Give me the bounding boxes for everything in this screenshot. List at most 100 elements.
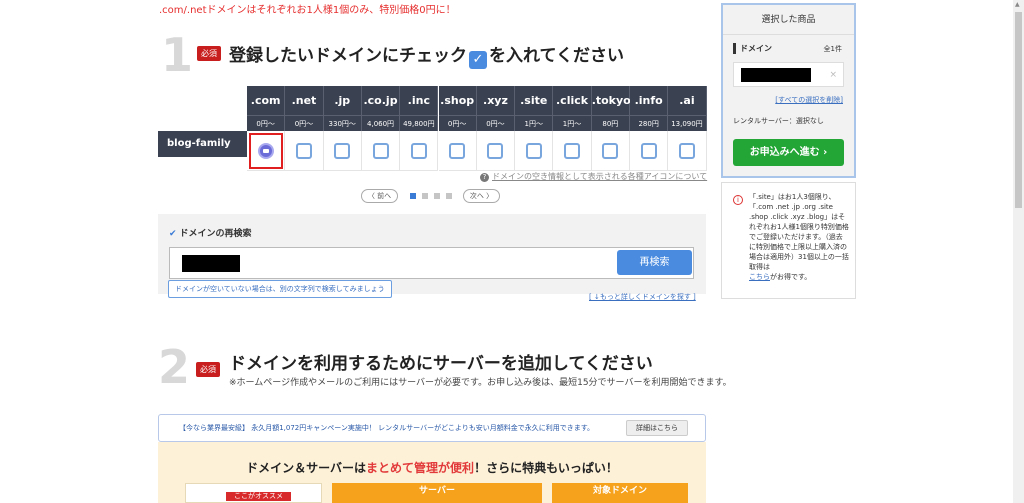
server-column-header: サーバー — [332, 483, 542, 503]
step1-title-text: 登録したいドメインにチェック — [229, 46, 467, 66]
tld-price: 49,800円 — [400, 115, 439, 131]
remove-item-icon[interactable]: × — [829, 70, 837, 80]
tld-price: 80円 — [591, 115, 630, 131]
domain-checkbox-cell[interactable] — [323, 131, 362, 171]
checkbox-icon: ✓ — [469, 51, 487, 69]
more-search-link[interactable]: [ ↓もっと詳しくドメインを探す ] — [589, 292, 696, 302]
tld-header: .com — [247, 86, 286, 115]
domain-checkbox-cell[interactable] — [591, 131, 630, 171]
tld-header: .info — [630, 86, 669, 115]
domain-checkbox[interactable] — [678, 142, 695, 159]
domain-checkbox[interactable] — [449, 142, 466, 159]
tld-header: .shop — [438, 86, 477, 115]
page-dot[interactable] — [434, 193, 440, 199]
domain-checkbox[interactable] — [372, 142, 389, 159]
step1-title: 登録したいドメインにチェック ✓ を入れてください — [229, 41, 624, 69]
tld-price: 0円〜 — [438, 115, 477, 131]
promo-title-highlight: まとめて管理が便利 — [366, 461, 475, 475]
side-notice-text: 「.site」はお1人3個限り、 「.com .net .jp .org .si… — [749, 192, 849, 282]
prev-button[interactable]: 〈 前へ — [361, 189, 398, 203]
tld-price: 13,090円 — [668, 115, 707, 131]
page-dot[interactable] — [422, 193, 428, 199]
tld-header: .site — [515, 86, 554, 115]
step-number: 1 — [161, 28, 194, 82]
search-hint-tooltip: ドメインが空いていない場合は、別の文字列で検索してみましょう — [168, 280, 392, 298]
server-status: レンタルサーバー：選択なし — [733, 117, 824, 125]
domain-checkbox-cell[interactable] — [668, 131, 707, 171]
domain-checkbox-cell[interactable] — [400, 131, 439, 171]
research-title-text: ドメインの再検索 — [179, 229, 252, 239]
page-dot[interactable] — [446, 193, 452, 199]
cart-domain-label: ドメイン — [733, 43, 772, 54]
tld-header: .inc — [400, 86, 439, 115]
top-notice: .com/.netドメインはそれぞれお1人様1個のみ、特別価格0円に！ — [159, 5, 456, 16]
tld-header: .co.jp — [361, 86, 401, 115]
tld-header-row: .com .net .jp .co.jp .inc .shop .xyz .site .clic… — [158, 86, 707, 115]
domain-checkbox-cell[interactable] — [476, 131, 516, 171]
promo-title: ドメイン＆サーバーはまとめて管理が便利！さらに特典もいっぱい！ — [158, 459, 706, 476]
domain-checkbox[interactable] — [602, 142, 619, 159]
tld-header: .tokyo — [591, 86, 631, 115]
research-title: ✔ ドメインの再検索 — [169, 226, 252, 239]
redacted-text — [182, 255, 240, 272]
tld-price: 0円〜 — [285, 115, 324, 131]
tld-header: .xyz — [476, 86, 516, 115]
side-notice-body: 「.site」はお1人3個限り、 「.com .net .jp .org .si… — [749, 193, 849, 271]
tld-price: 0円〜 — [247, 115, 286, 131]
tld-header: .jp — [323, 86, 362, 115]
vertical-scrollbar[interactable]: ▲ — [1013, 0, 1024, 503]
required-badge: 必須 — [196, 362, 220, 377]
clear-all-text[interactable]: [すべての選択を削除] — [775, 96, 843, 104]
research-button[interactable]: 再検索 — [617, 250, 692, 275]
domain-checkbox[interactable] — [640, 142, 657, 159]
tld-price: 330円〜 — [323, 115, 362, 131]
domain-checkbox-cell[interactable] — [438, 131, 477, 171]
side-notice-link[interactable]: こちら — [749, 273, 770, 281]
promo-title-post: ！さらに特典もいっぱい！ — [474, 461, 618, 475]
tld-header: .click — [553, 86, 592, 115]
checked-checkbox-icon[interactable] — [257, 142, 274, 159]
icon-help-link[interactable]: ? ドメインの空き情報として表示される各種アイコンについて — [480, 171, 707, 182]
side-notice-tail: がお得です。 — [770, 273, 812, 281]
clear-all-link[interactable]: [すべての選択を削除] — [775, 95, 843, 105]
scroll-thumb[interactable] — [1015, 12, 1022, 208]
domain-checkbox-cell[interactable] — [553, 131, 592, 171]
check-icon: ✔ — [169, 229, 177, 239]
domain-checkbox-cell[interactable] — [361, 131, 401, 171]
domain-checkbox-cell[interactable] — [247, 131, 286, 171]
cart-item: × — [733, 62, 844, 87]
tld-header: .net — [285, 86, 324, 115]
price-row: 0円〜 0円〜 330円〜 4,060円 49,800円 0円〜 0円〜 1円〜 1円〜 80円 2… — [158, 115, 707, 131]
tld-header: .ai — [668, 86, 707, 115]
campaign-detail-button[interactable]: 詳細はこちら — [626, 420, 688, 436]
next-button[interactable]: 次へ 〉 — [463, 189, 500, 203]
step2-title: ドメインを利用するためにサーバーを追加してください — [229, 354, 653, 374]
domain-checkbox-cell[interactable] — [515, 131, 554, 171]
proceed-button[interactable]: お申込みへ進む › — [733, 139, 844, 166]
domain-search-input[interactable] — [169, 247, 694, 279]
domain-checkbox[interactable] — [564, 142, 581, 159]
proceed-button-label: お申込みへ進む — [749, 147, 820, 158]
cart-count: 全1件 — [823, 45, 842, 53]
domain-checkbox[interactable] — [487, 142, 504, 159]
promo-section: ドメイン＆サーバーはまとめて管理が便利！さらに特典もいっぱい！ ここがオススメ … — [158, 442, 706, 503]
scroll-up-icon[interactable]: ▲ — [1015, 1, 1020, 8]
domain-checkbox[interactable] — [295, 142, 312, 159]
more-search-link-text[interactable]: [ ↓もっと詳しくドメインを探す ] — [589, 293, 696, 301]
domain-checkbox-cell[interactable] — [630, 131, 669, 171]
side-notice: i 「.site」はお1人3個限り、 「.com .net .jp .org .… — [721, 182, 856, 299]
domain-checkbox[interactable] — [525, 142, 542, 159]
info-icon: i — [733, 195, 743, 205]
tld-price: 4,060円 — [361, 115, 401, 131]
domain-checkbox[interactable] — [334, 142, 351, 159]
chevron-right-icon: › — [823, 147, 828, 158]
step2-subtitle: ※ホームページ作成やメールのご利用にはサーバーが必要です。お申し込み後は、最短1… — [229, 378, 732, 388]
page-dot[interactable] — [410, 193, 416, 199]
recommend-ribbon: ここがオススメ — [226, 492, 291, 501]
campaign-banner: 【今なら業界最安級】 永久月額1,072円キャンペーン実施中！ レンタルサーバー… — [158, 414, 706, 442]
domain-checkbox-cell[interactable] — [285, 131, 324, 171]
question-icon: ? — [480, 173, 489, 182]
redacted-text — [741, 68, 811, 82]
domain-column-header: 対象ドメイン — [552, 483, 688, 503]
domain-checkbox[interactable] — [410, 142, 427, 159]
